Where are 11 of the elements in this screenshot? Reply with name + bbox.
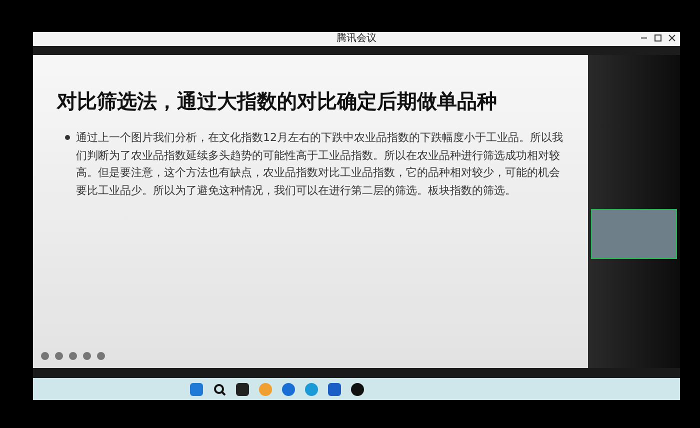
close-icon[interactable] <box>668 34 676 42</box>
browser-icon[interactable] <box>304 382 318 396</box>
window-title: 腾讯会议 <box>336 33 376 45</box>
app-icon[interactable] <box>236 382 248 396</box>
bullet-icon <box>65 135 70 140</box>
start-icon[interactable] <box>190 382 202 396</box>
search-icon[interactable] <box>212 382 226 396</box>
app-icon[interactable] <box>350 382 364 396</box>
maximize-icon[interactable] <box>654 34 662 42</box>
slide-title: 对比筛选法，通过大指数的对比确定后期做单品种 <box>57 89 498 113</box>
bullet-text: 通过上一个图片我们分析，在文化指数12月左右的下跌中农业品指数的下跌幅度小于工业品。所以我们判断为了农业品指数延续多头趋势的可能性高于工业品指数。所以在农业品种进行筛选成功相对较高。但是要注意，这个方法也有缺点，农业品指数对比工业品指数，它的品种相对较少，可能的机会要比工业品少。所以为了避免这种情况，我们可以在进行第二层的筛选。板块指数的筛选。 <box>76 130 564 198</box>
